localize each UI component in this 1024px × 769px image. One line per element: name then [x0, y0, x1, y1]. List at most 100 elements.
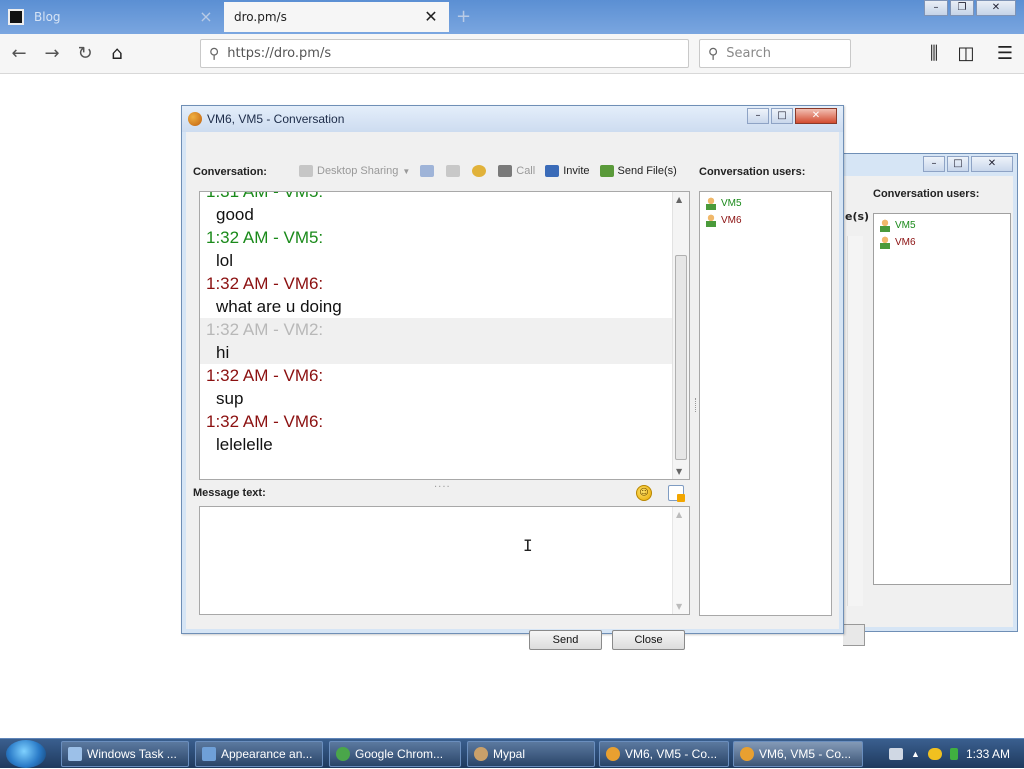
close-icon[interactable]: ✕ — [971, 156, 1013, 172]
chat-scrollbar[interactable] — [847, 236, 863, 606]
invite-users-icon — [545, 165, 560, 177]
close-button-fragment[interactable] — [843, 624, 865, 646]
show-hidden-icons-icon[interactable]: ▲ — [911, 749, 920, 759]
user-item[interactable]: VM5 — [880, 217, 1004, 234]
user-name: VM6 — [895, 237, 916, 248]
edit-text-icon[interactable] — [668, 485, 685, 502]
taskbar-item-label: VM6, VM5 - Co... — [759, 747, 852, 761]
chat-message: 1:32 AM - VM6: sup — [200, 364, 673, 410]
window-body: e(s) Conversation users: VM5 VM6 — [843, 176, 1013, 646]
close-icon[interactable]: ✕ — [423, 9, 439, 25]
minimize-icon[interactable]: – — [747, 108, 769, 124]
close-icon[interactable]: ✕ — [795, 108, 837, 124]
taskbar-item-conversation-2[interactable]: VM6, VM5 - Co... — [733, 741, 863, 767]
smiley-icon[interactable]: ☺ — [636, 485, 652, 501]
invite-button[interactable]: Invite — [545, 165, 590, 177]
message-text: hi — [216, 343, 230, 362]
chat-scrollbar[interactable]: ▲ ▼ — [672, 192, 689, 479]
conversation-icon — [740, 747, 754, 761]
close-icon[interactable]: × — [198, 9, 214, 25]
user-item[interactable]: VM5 — [706, 195, 825, 212]
maximize-icon[interactable]: □ — [947, 156, 969, 172]
call-button[interactable]: Call — [498, 165, 535, 177]
users-label: Conversation users: — [873, 188, 980, 200]
input-scrollbar[interactable]: ▲ ▼ — [672, 507, 689, 614]
message-input[interactable]: ▲ ▼ — [199, 506, 690, 615]
webcam-icon — [498, 165, 513, 177]
keyboard-icon[interactable] — [889, 748, 904, 760]
chat-bubble-icon[interactable] — [927, 748, 942, 760]
scrollbar-thumb[interactable] — [675, 255, 687, 460]
chat-message: 1:32 AM - VM6: lelelelle — [200, 410, 673, 456]
user-item[interactable]: VM6 — [880, 234, 1004, 251]
user-icon — [706, 214, 716, 227]
start-button-icon[interactable] — [6, 740, 46, 768]
search-icon: ⚲ — [708, 45, 719, 62]
emoticon-icon[interactable] — [472, 165, 487, 177]
message-header: 1:32 AM - VM5: — [206, 228, 324, 247]
tab-dro-pm[interactable]: dro.pm/s ✕ — [224, 2, 449, 32]
back-arrow-icon[interactable]: ← — [8, 43, 30, 65]
mypal-icon — [474, 747, 488, 761]
maximize-icon[interactable]: □ — [771, 108, 793, 124]
message-header: 1:32 AM - VM6: — [206, 412, 324, 431]
close-window-icon[interactable]: ✕ — [976, 0, 1016, 16]
taskbar-item-conversation-1[interactable]: VM6, VM5 - Co... — [599, 741, 729, 767]
conversation-toolbar: Desktop Sharing ▼ Call Invite Send File(… — [299, 165, 687, 177]
conversation-label: Conversation: — [193, 166, 267, 178]
window-title-bar[interactable]: VM6, VM5 - Conversation — [182, 106, 843, 132]
message-text: sup — [216, 389, 244, 408]
scroll-down-arrow-icon[interactable]: ▼ — [676, 467, 682, 476]
splitter-grip[interactable]: ···· — [434, 482, 451, 493]
notes-icon[interactable] — [420, 165, 435, 177]
forward-arrow-icon[interactable]: → — [41, 43, 63, 65]
send-files-button[interactable]: Send File(s) — [599, 165, 677, 177]
restore-icon[interactable]: ❐ — [950, 0, 974, 16]
taskbar-item-mypal[interactable]: Mypal — [467, 741, 595, 767]
chat-message: 1:32 AM - VM2: hi — [200, 318, 673, 364]
sidebar-icon[interactable]: ◫ — [955, 43, 977, 65]
minimize-icon[interactable]: – — [924, 0, 948, 16]
home-icon[interactable]: ⌂ — [106, 43, 128, 65]
taskbar-item-task-manager[interactable]: Windows Task ... — [61, 741, 189, 767]
scroll-up-arrow-icon[interactable]: ▲ — [676, 510, 682, 519]
browser-nav-bar: ← → ↻ ⌂ ⚲ https://dro.pm/s ⚲ Search ⫼ ◫ … — [0, 34, 1024, 74]
desktop-sharing-label: Desktop Sharing — [317, 165, 399, 177]
task-manager-icon — [68, 747, 82, 761]
text-cursor-icon: I — [523, 536, 533, 555]
control-panel-icon — [202, 747, 216, 761]
user-name: VM5 — [721, 198, 742, 209]
close-button[interactable]: Close — [612, 630, 685, 650]
conversation-window[interactable]: VM6, VM5 - Conversation – □ ✕ Conversati… — [181, 105, 844, 650]
minimize-icon[interactable]: – — [923, 156, 945, 172]
message-header: 1:32 AM - VM6: — [206, 366, 324, 385]
reload-icon[interactable]: ↻ — [74, 43, 96, 65]
users-list: VM5 VM6 — [699, 191, 832, 616]
send-button[interactable]: Send — [529, 630, 602, 650]
search-icon: ⚲ — [209, 45, 220, 62]
chat-log[interactable]: 1:31 AM - VM5: good 1:32 AM - VM5: lol 1… — [199, 191, 690, 480]
desktop-sharing-button[interactable]: Desktop Sharing ▼ — [299, 165, 410, 177]
user-item[interactable]: VM6 — [706, 212, 825, 229]
system-tray: ▲ 1:33 AM — [881, 739, 1024, 769]
taskbar-item-label: Appearance an... — [221, 747, 313, 761]
taskbar-item-chrome[interactable]: Google Chrom... — [329, 741, 461, 767]
scroll-down-arrow-icon[interactable]: ▼ — [676, 602, 682, 611]
send-files-label: Send File(s) — [617, 165, 677, 177]
message-text: good — [216, 205, 254, 224]
network-icon[interactable] — [949, 748, 958, 760]
url-bar[interactable]: ⚲ https://dro.pm/s — [200, 39, 689, 68]
clipboard-icon[interactable] — [446, 165, 461, 177]
search-placeholder: Search — [726, 46, 771, 61]
tab-blog[interactable]: Blog × — [0, 2, 222, 32]
background-conversation-window[interactable]: – □ ✕ e(s) Conversation users: VM5 VM6 — [838, 153, 1018, 646]
scroll-up-arrow-icon[interactable]: ▲ — [676, 195, 682, 204]
menu-icon[interactable]: ☰ — [994, 43, 1016, 65]
tab-title: Blog — [34, 10, 61, 24]
taskbar-item-appearance[interactable]: Appearance an... — [195, 741, 323, 767]
taskbar-item-label: Windows Task ... — [87, 747, 177, 761]
search-input[interactable]: ⚲ Search — [699, 39, 851, 68]
library-icon[interactable]: ⫼ — [923, 43, 945, 65]
new-tab-icon[interactable]: + — [456, 6, 471, 27]
clock[interactable]: 1:33 AM — [966, 747, 1010, 761]
